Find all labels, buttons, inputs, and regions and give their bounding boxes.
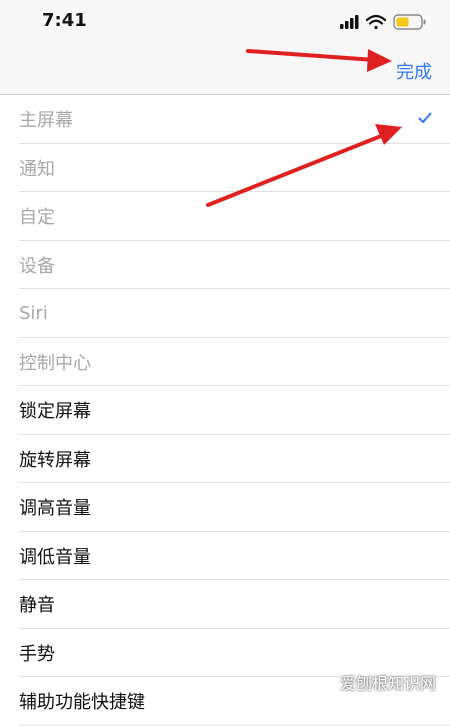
list-item[interactable]: 设备 (0, 241, 450, 290)
list-item[interactable]: 控制中心 (0, 338, 450, 387)
list-item-label: 设备 (19, 255, 55, 277)
list-item[interactable]: 调高音量 (0, 483, 450, 532)
list-item[interactable]: 锁定屏幕 (0, 386, 450, 435)
list-item-label: 旋转屏幕 (19, 449, 91, 471)
list-item[interactable]: 旋转屏幕 (0, 435, 450, 484)
list-item-label: 主屏幕 (19, 110, 73, 132)
list-item[interactable]: 调低音量 (0, 532, 450, 581)
list-item-label: 调高音量 (19, 498, 91, 520)
battery-icon (393, 14, 426, 30)
watermark: 爱刨根知识网 (339, 674, 436, 693)
cellular-signal-icon (340, 15, 359, 29)
list-item-label: 手势 (19, 643, 55, 665)
list-item-label: 辅助功能快捷键 (19, 692, 145, 714)
list-item-label: 静音 (19, 595, 55, 617)
list-item-label: 通知 (19, 158, 55, 180)
status-bar: 7:41 (0, 0, 450, 44)
wifi-icon (365, 14, 387, 30)
done-button[interactable]: 完成 (396, 58, 432, 84)
list-item[interactable]: 主屏幕 (0, 95, 450, 144)
menu-option-list: 主屏幕通知自定设备 Siri 控制中心锁定屏幕旋转屏幕调高音量调低音量静音手势辅助功… (0, 95, 450, 726)
navigation-bar: 完成 (0, 44, 450, 95)
list-item[interactable]: 静音 (0, 580, 450, 629)
list-item-label: 调低音量 (19, 546, 91, 568)
list-item-label: Siri (19, 302, 48, 324)
status-time: 7:41 (42, 10, 87, 31)
list-item-label: 控制中心 (19, 352, 91, 374)
list-item-label: 锁定屏幕 (19, 401, 91, 423)
status-icons (340, 14, 426, 30)
checkmark-icon (418, 112, 432, 123)
list-item[interactable]: 通知 (0, 144, 450, 193)
list-item[interactable]: 自定 (0, 192, 450, 241)
list-item[interactable]: Siri (0, 289, 450, 338)
list-item-label: 自定 (19, 207, 55, 229)
